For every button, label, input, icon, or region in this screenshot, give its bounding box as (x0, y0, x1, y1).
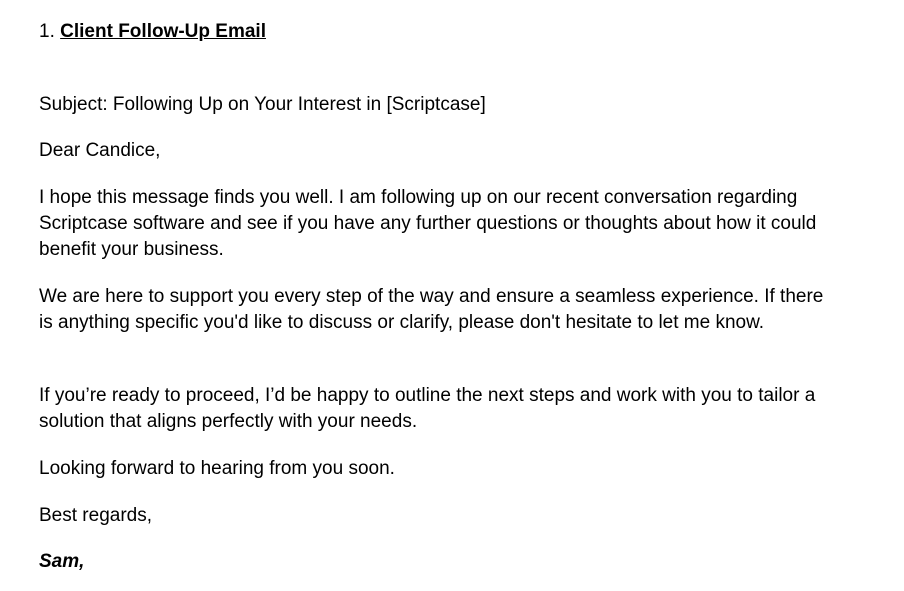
email-closing-line: Looking forward to hearing from you soon… (39, 458, 395, 479)
email-sign-off: Best regards, (39, 505, 152, 526)
email-paragraph-1: I hope this message finds you well. I am… (39, 187, 817, 260)
section-title: Client Follow-Up Email (60, 21, 266, 42)
email-document: 1. Client Follow-Up Email Subject: Follo… (0, 0, 904, 591)
section-number: 1. (39, 21, 55, 42)
section-heading: 1. Client Follow-Up Email (39, 19, 266, 45)
email-subject: Subject: Following Up on Your Interest i… (39, 94, 486, 115)
email-paragraph-3: If you’re ready to proceed, I’d be happy… (39, 385, 816, 432)
email-signature: Sam, (39, 551, 85, 572)
email-paragraph-2: We are here to support you every step of… (39, 286, 824, 333)
email-greeting: Dear Candice, (39, 140, 161, 161)
